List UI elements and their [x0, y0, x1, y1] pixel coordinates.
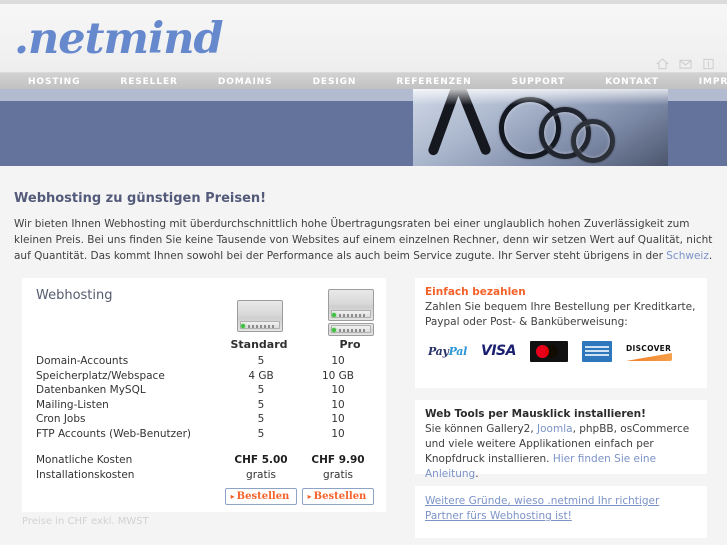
column-header-standard: Standard — [230, 338, 288, 351]
pricing-panel: Webhosting Standard Pro Domain-Accounts 5… — [22, 278, 386, 512]
banner-ring-3 — [571, 119, 615, 163]
table-row: Domain-Accounts 5 10 — [36, 354, 376, 369]
intro-paragraph: Wir bieten Ihnen Webhosting mit überdurc… — [14, 216, 714, 264]
payment-heading: Einfach bezahlen — [425, 286, 526, 298]
nav-item-support[interactable]: SUPPORT — [512, 77, 566, 87]
row-label: Cron Jobs — [36, 413, 86, 426]
hero-banner — [0, 89, 727, 178]
table-row: Cron Jobs 5 10 — [36, 412, 376, 427]
webtools-text: Sie können Gallery2, Joomla, phpBB, osCo… — [425, 422, 697, 482]
nav-item-reseller[interactable]: RESELLER — [120, 77, 177, 87]
payment-logos: PayPal VISA DISCOVER — [425, 340, 697, 362]
home-icon[interactable] — [656, 58, 669, 70]
column-header-pro: Pro — [339, 338, 361, 351]
server-icon-standard — [237, 300, 283, 334]
row-value-pro: 10 — [331, 384, 345, 397]
amex-logo — [581, 340, 612, 362]
row-value-pro: 10 GB — [321, 369, 355, 382]
row-value-pro: 10 — [331, 398, 345, 411]
server-icon-pro — [328, 289, 374, 338]
pricing-panel-title: Webhosting — [36, 288, 113, 303]
row-value-standard: 5 — [257, 355, 265, 368]
triangle-icon: ▸ — [307, 491, 312, 501]
banner-bottom-strip — [0, 166, 727, 178]
row-value-standard: gratis — [246, 468, 276, 481]
visa-logo: VISA — [481, 343, 516, 359]
webtools-heading: Web Tools per Mausklick installieren! — [425, 408, 646, 420]
payment-box: Einfach bezahlen Zahlen Sie bequem Ihre … — [415, 278, 707, 388]
paypal-logo: PayPal — [428, 344, 467, 358]
schweiz-link[interactable]: Schweiz — [666, 250, 709, 262]
row-label: Datenbanken MySQL — [36, 384, 146, 397]
table-row: Monatliche Kosten CHF 5.00 CHF 9.90 — [36, 453, 376, 468]
order-button-label: Bestellen — [313, 491, 367, 502]
price-footnote: Preise in CHF exkl. MWST — [22, 516, 149, 527]
site-logo[interactable]: .netmind — [14, 18, 224, 61]
intro-text-2: . — [708, 250, 713, 262]
table-row: FTP Accounts (Web-Benutzer) 5 10 — [36, 427, 376, 442]
row-spacer — [36, 441, 376, 453]
reasons-link[interactable]: Weitere Gründe, wieso .netmind Ihr richt… — [425, 495, 659, 522]
row-value-standard: 4 GB — [248, 369, 274, 382]
row-label: Installationskosten — [36, 468, 135, 481]
order-button-pro[interactable]: ▸ Bestellen — [301, 488, 375, 505]
webtools-box: Web Tools per Mausklick installieren! Si… — [415, 400, 707, 480]
row-value-standard: 5 — [257, 384, 265, 397]
mastercard-logo — [529, 340, 568, 362]
table-row: Installationskosten gratis gratis — [36, 468, 376, 483]
order-button-row: ▸ Bestellen ▸ Bestellen — [36, 488, 376, 505]
nav-item-design[interactable]: DESIGN — [313, 77, 357, 87]
page-title: Webhosting zu günstigen Preisen! — [14, 191, 267, 206]
pricing-table-rows: Domain-Accounts 5 10 Speicherplatz/Webspace… — [36, 354, 376, 505]
row-value-standard: 5 — [257, 398, 265, 411]
sidebar: Einfach bezahlen Zahlen Sie bequem Ihre … — [415, 278, 707, 538]
order-button-standard[interactable]: ▸ Bestellen — [224, 488, 298, 505]
row-label: Domain-Accounts — [36, 355, 129, 368]
row-value-pro: 10 — [331, 355, 345, 368]
table-row: Datenbanken MySQL 5 10 — [36, 383, 376, 398]
row-label: Mailing-Listen — [36, 398, 109, 411]
row-value-pro: CHF 9.90 — [311, 454, 365, 467]
row-value-standard: CHF 5.00 — [234, 454, 288, 467]
triangle-icon: ▸ — [230, 491, 235, 501]
banner-cable-right — [455, 89, 493, 157]
row-value-standard: 5 — [257, 427, 265, 440]
nav-item-domains[interactable]: DOMAINS — [218, 77, 273, 87]
nav-item-impressum[interactable]: IMPRESSUM — [699, 77, 727, 87]
nav-item-kontakt[interactable]: KONTAKT — [605, 77, 659, 87]
banner-rings-photo — [413, 89, 668, 166]
intro-text-1: Wir bieten Ihnen Webhosting mit überdurc… — [14, 218, 713, 262]
nav-item-hosting[interactable]: HOSTING — [28, 77, 80, 87]
discover-logo: DISCOVER — [625, 341, 672, 361]
payment-text: Zahlen Sie bequem Ihre Bestellung per Kr… — [425, 301, 696, 328]
table-row: Mailing-Listen 5 10 — [36, 398, 376, 413]
order-button-label: Bestellen — [236, 491, 290, 502]
row-label: FTP Accounts (Web-Benutzer) — [36, 427, 192, 440]
row-label: Monatliche Kosten — [36, 454, 133, 467]
row-value-pro: 10 — [331, 427, 345, 440]
reasons-box: Weitere Gründe, wieso .netmind Ihr richt… — [415, 486, 707, 538]
webtools-text-1: Sie können Gallery2, — [425, 423, 538, 435]
header-utility-links — [656, 58, 715, 70]
webtools-text-3: . — [475, 468, 479, 480]
banner-cable-left — [426, 89, 462, 157]
table-row: Speicherplatz/Webspace 4 GB 10 GB — [36, 369, 376, 384]
main-navigation: HOSTING RESELLER DOMAINS DESIGN REFERENZEN SU… — [0, 72, 727, 90]
mail-icon[interactable] — [679, 58, 692, 70]
banner-right-fill — [668, 101, 727, 166]
page-root: .netmind HOSTING RESELLER DOMAINS DESIGN REF… — [0, 0, 727, 545]
row-value-standard: 5 — [257, 413, 265, 426]
nav-item-referenzen[interactable]: REFERENZEN — [396, 77, 471, 87]
joomla-link[interactable]: Joomla — [537, 423, 573, 435]
row-value-pro: 10 — [331, 413, 345, 426]
site-header: .netmind — [0, 0, 727, 72]
row-value-pro: gratis — [323, 468, 353, 481]
main-content: Webhosting zu günstigen Preisen! Wir bie… — [0, 178, 727, 545]
row-label: Speicherplatz/Webspace — [36, 369, 165, 382]
info-box-icon[interactable] — [702, 58, 715, 70]
